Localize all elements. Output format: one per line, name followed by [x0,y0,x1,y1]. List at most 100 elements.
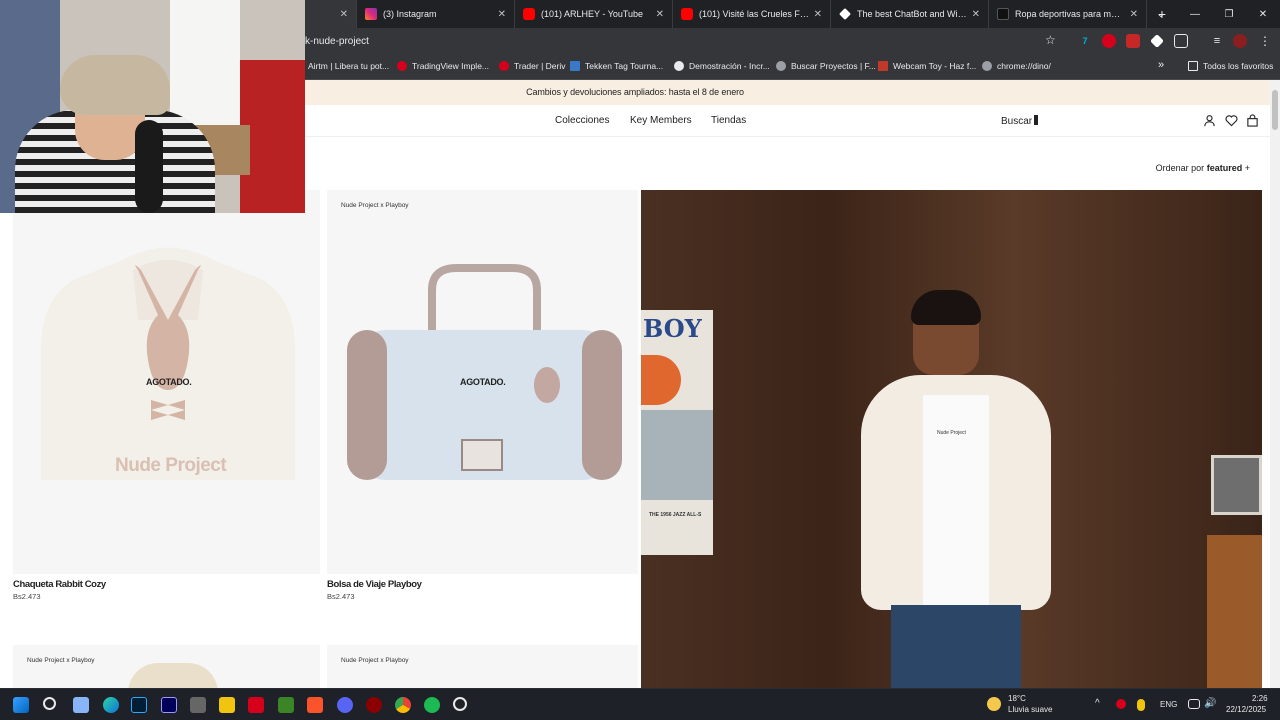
bookmark-item[interactable]: Airtm | Libera tu pot... [308,61,389,71]
bookmark-item[interactable]: Tekken Tag Tourna... [570,61,663,71]
extension-icon[interactable]: 7 [1078,34,1092,48]
brave-icon[interactable] [307,697,323,713]
more-menu-icon[interactable]: ⋮ [1258,34,1272,48]
extension-icon[interactable] [1126,34,1140,48]
bookmark-icon [674,61,684,71]
close-icon[interactable]: ✕ [498,9,506,20]
sort-control[interactable]: Ordenar por featured + [1156,163,1250,173]
scrollbar-thumb[interactable] [1272,90,1278,130]
tab-youtube-fabricas[interactable]: (101) Visité las Crueles Fábricas ✕ [673,0,831,28]
spotify-icon[interactable] [424,697,440,713]
windows-taskbar: 18°C Lluvia suave ^ ENG 🔊 2:26 22/12/202… [0,688,1280,720]
bookmark-item[interactable]: Demostración - Incr... [674,61,770,71]
poster-caption: THE 1956 JAZZ ALL-S [649,512,702,518]
collab-tag: Nude Project x Playboy [341,202,409,209]
tv-prop [1211,455,1262,515]
bookmark-item[interactable]: Buscar Proyectos | F... [776,61,876,71]
product-name[interactable]: Chaqueta Rabbit Cozy [13,579,106,590]
search-icon[interactable] [43,697,56,710]
close-icon[interactable]: ✕ [814,9,822,20]
store-icon[interactable] [190,697,206,713]
minimize-icon[interactable]: — [1178,0,1212,28]
poster-title: BOY [643,314,702,343]
url-field[interactable]: k-nude-project [305,32,1065,52]
plus-icon: + [1244,163,1250,173]
person-cap [60,55,170,115]
obs-icon[interactable] [453,697,467,711]
heart-icon[interactable] [1225,114,1238,127]
weather-desc: Lluvia suave [1008,705,1053,714]
tab-label: (101) ARLHEY - YouTube [541,9,644,19]
tab-youtube-arlhey[interactable]: (101) ARLHEY - YouTube ✕ [515,0,673,28]
collab-tag: Nude Project x Playboy [27,657,95,664]
tab-ropa[interactable]: Ropa deportivas para mujer, ho ✕ [989,0,1147,28]
nav-colecciones[interactable]: Colecciones [555,115,609,126]
bag-icon[interactable] [1246,114,1259,127]
collab-tag: Nude Project x Playboy [341,657,409,664]
tray-icon[interactable] [1116,699,1126,709]
clock-time: 2:26 [1252,694,1268,703]
clock-date: 22/12/2025 [1226,705,1267,714]
bookmarks-overflow-button[interactable]: » [1158,59,1164,71]
user-icon[interactable] [1203,114,1216,127]
bookmark-item[interactable]: Webcam Toy - Haz f... [878,61,976,71]
discord-icon[interactable] [337,697,353,713]
microphone-icon[interactable] [1137,699,1145,711]
bookmark-item[interactable]: chrome://dino/ [982,61,1051,71]
close-window-icon[interactable]: ✕ [1246,0,1280,28]
language-indicator[interactable]: ENG [1160,700,1177,709]
tab-chatbot[interactable]: The best ChatBot and Widgets ✕ [831,0,989,28]
product-card[interactable]: AGOTADO. Nude Project [13,190,320,574]
radio-prop [1207,535,1262,688]
windows-start-icon[interactable] [13,697,29,713]
avatar[interactable] [1233,34,1247,48]
nav-tiendas[interactable]: Tiendas [711,115,746,126]
premiere-icon[interactable] [161,697,177,713]
network-icon[interactable] [1188,699,1200,709]
weather-temp: 18°C [1008,694,1026,703]
product-card[interactable]: Nude Project x Playboy [13,645,320,688]
product-card[interactable]: Nude Project x Playboy AGOTADO. [327,190,638,574]
youtube-icon [681,8,693,20]
all-bookmarks-button[interactable]: Todos los favoritos [1188,61,1273,71]
globe-icon [982,61,992,71]
bookmark-icon [878,61,888,71]
deriv-icon[interactable] [248,697,264,713]
product-card[interactable]: Nude Project x Playboy [327,645,638,688]
search-button[interactable]: Buscar [1001,115,1039,127]
chevron-down-icon[interactable]: ⌄ [1144,0,1178,28]
scrollbar-track[interactable] [1270,80,1280,688]
window-controls: ⌄ — ❐ ✕ [1144,0,1280,28]
bookmark-item[interactable]: Trader | Deriv [499,61,566,71]
hero-editorial-image[interactable]: BOY THE 1956 JAZZ ALL-S Nude Project [641,190,1262,688]
edge-icon[interactable] [103,697,119,713]
bookmark-icon [397,61,407,71]
tab-instagram[interactable]: (3) Instagram ✕ [357,0,515,28]
maximize-icon[interactable]: ❐ [1212,0,1246,28]
photoshop-icon[interactable] [131,697,147,713]
puzzle-icon[interactable] [1174,34,1188,48]
weather-icon[interactable] [987,697,1001,711]
close-icon[interactable]: ✕ [1130,9,1138,20]
chrome-icon[interactable] [395,697,411,713]
taskview-icon[interactable] [73,697,89,713]
close-icon[interactable]: ✕ [340,9,348,20]
tab-current[interactable]: ✕ [305,0,357,28]
volume-icon[interactable]: 🔊 [1204,698,1216,709]
minecraft-icon[interactable] [278,697,294,713]
product-art-text: Nude Project [115,455,227,476]
nav-key-members[interactable]: Key Members [630,115,692,126]
close-icon[interactable]: ✕ [656,9,664,20]
product-name[interactable]: Bolsa de Viaje Playboy [327,579,422,590]
extension-icon[interactable] [1102,34,1116,48]
chatbot-icon [839,8,851,20]
chevron-up-icon[interactable]: ^ [1095,698,1100,709]
explorer-icon[interactable] [219,697,235,713]
extension-icon[interactable] [1150,34,1164,48]
star-icon[interactable]: ☆ [1045,33,1056,47]
media-icon[interactable]: ≡ [1210,34,1224,48]
close-icon[interactable]: ✕ [972,9,980,20]
tab-label: Ropa deportivas para mujer, ho [1015,9,1125,19]
app-icon[interactable] [366,697,382,713]
bookmark-item[interactable]: TradingView Imple... [397,61,489,71]
